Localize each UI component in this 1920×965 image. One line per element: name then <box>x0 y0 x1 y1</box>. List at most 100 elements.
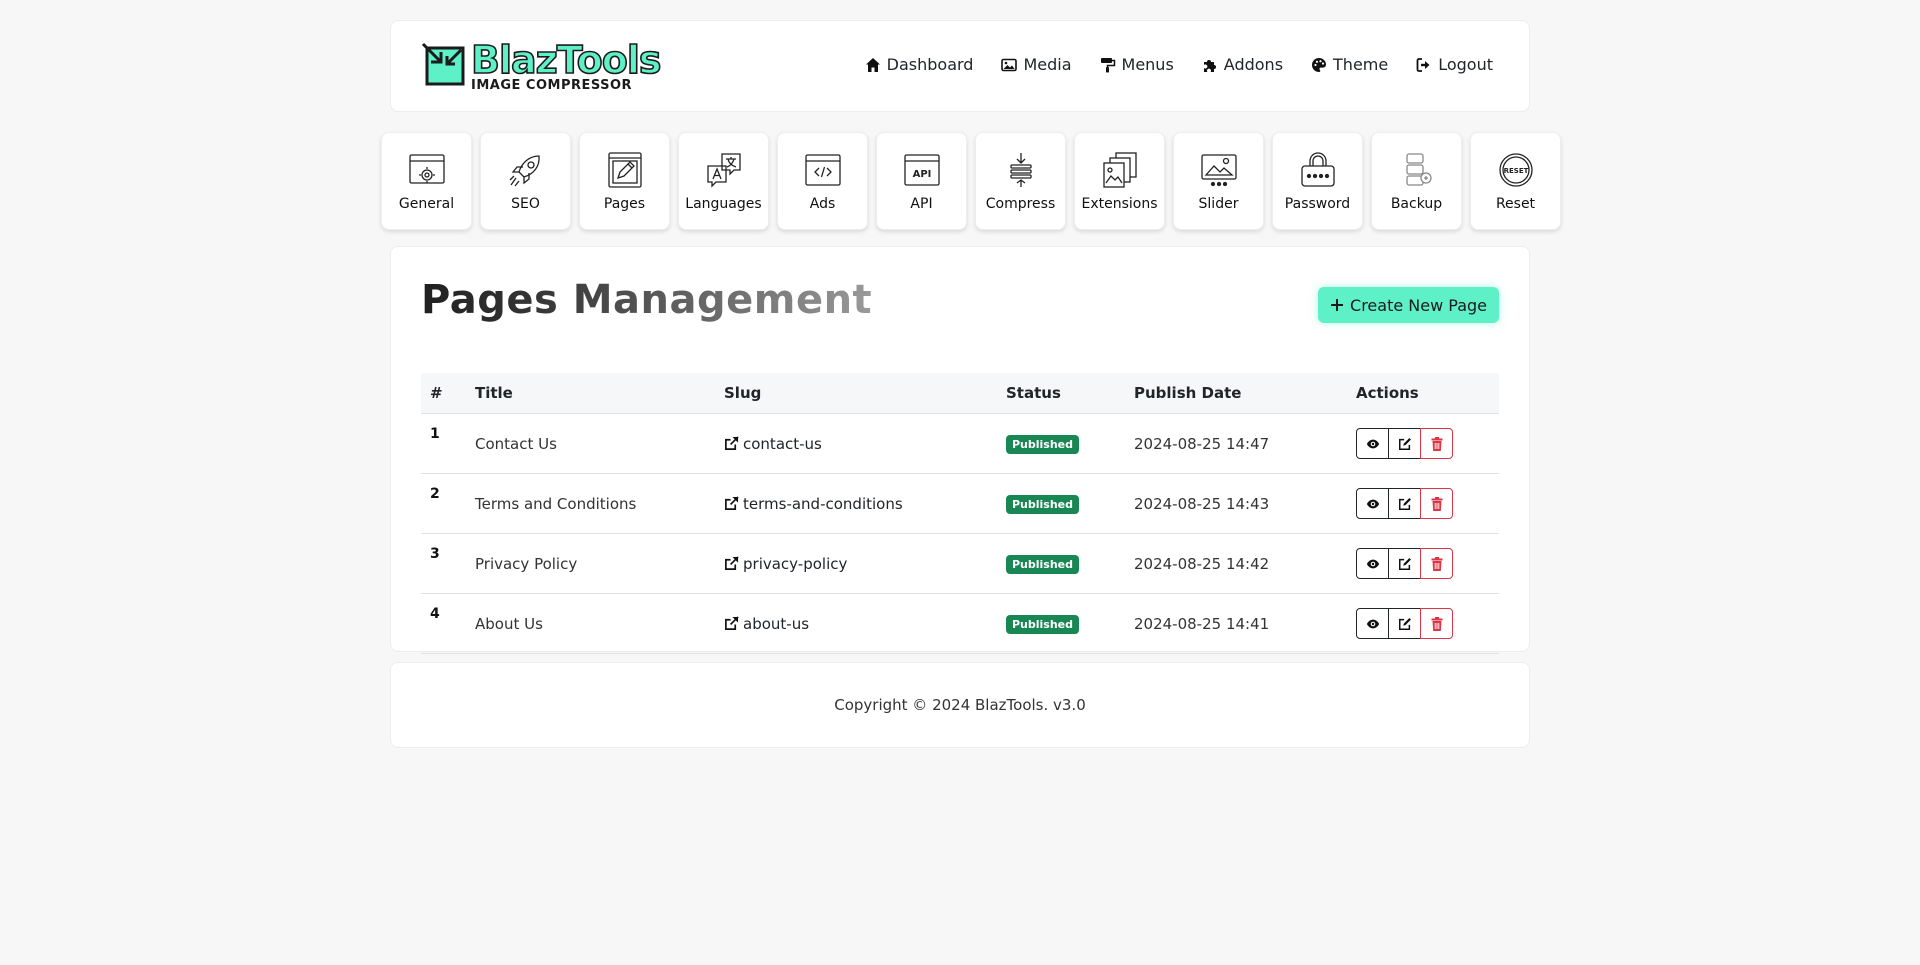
row-actions <box>1347 473 1499 534</box>
tile-seo[interactable]: SEO <box>480 132 571 230</box>
nav-addons[interactable]: Addons <box>1202 55 1283 74</box>
status-badge: Published <box>1006 614 1080 634</box>
edit-button[interactable] <box>1388 548 1421 579</box>
brand-name: BlazTools <box>470 37 662 83</box>
database-backup-icon <box>1405 153 1432 186</box>
pages-management-panel: Pages Management Create New Page # Title… <box>390 246 1530 654</box>
row-publish-date: 2024-08-25 14:41 <box>1125 593 1347 654</box>
puzzle-icon <box>1203 59 1216 72</box>
nav-label: Addons <box>1223 55 1284 74</box>
delete-button[interactable] <box>1420 608 1453 639</box>
delete-button[interactable] <box>1420 428 1453 459</box>
browser-gear-icon <box>408 154 445 184</box>
row-number: 4 <box>421 593 466 654</box>
col-publish-date: Publish Date <box>1125 373 1347 414</box>
page-title: Pages Management <box>421 277 873 323</box>
create-new-page-button[interactable]: Create New Page <box>1318 287 1499 323</box>
nav-label: Theme <box>1333 55 1389 74</box>
file-images-icon <box>1102 152 1137 188</box>
row-status-cell: Published <box>997 413 1125 474</box>
code-window-icon <box>804 154 841 186</box>
tile-label: API <box>910 196 933 212</box>
eye-icon <box>1366 439 1379 448</box>
brand-logo[interactable]: BlazTools IMAGE COMPRESSOR <box>421 37 662 94</box>
edit-icon <box>1398 497 1411 510</box>
tile-label: Ads <box>809 196 836 212</box>
nav-theme[interactable]: Theme <box>1311 55 1388 74</box>
tile-password[interactable]: Password <box>1272 132 1363 230</box>
tile-pages[interactable]: Pages <box>579 132 670 230</box>
edit-icon <box>1398 437 1411 450</box>
tile-label: Slider <box>1198 196 1239 212</box>
nav-dashboard[interactable]: Dashboard <box>865 55 973 74</box>
tile-ads[interactable]: Ads <box>777 132 868 230</box>
slug-link[interactable]: about-us <box>724 615 988 633</box>
compress-icon <box>1009 153 1032 187</box>
edit-icon <box>1398 557 1411 570</box>
top-header: BlazTools IMAGE COMPRESSOR Dashboard Med… <box>390 20 1530 112</box>
edit-button[interactable] <box>1388 488 1421 519</box>
image-icon <box>1001 58 1018 71</box>
copyright-text: Copyright © 2024 BlazTools. v3.0 <box>834 696 1086 714</box>
trash-icon <box>1431 616 1442 631</box>
view-button[interactable] <box>1356 608 1389 639</box>
col-slug: Slug <box>715 373 997 414</box>
edit-icon <box>1398 617 1411 630</box>
eye-icon <box>1366 559 1379 568</box>
home-icon <box>865 57 880 72</box>
tile-backup[interactable]: Backup <box>1371 132 1462 230</box>
eye-icon <box>1366 499 1379 508</box>
tile-label: Pages <box>603 196 646 212</box>
edit-button[interactable] <box>1388 608 1421 639</box>
row-status-cell: Published <box>997 473 1125 534</box>
slug-link[interactable]: terms-and-conditions <box>724 495 988 513</box>
view-button[interactable] <box>1356 488 1389 519</box>
row-publish-date: 2024-08-25 14:43 <box>1125 473 1347 534</box>
nav-label: Menus <box>1121 55 1174 74</box>
col-num: # <box>421 373 466 414</box>
svg-text:RESET: RESET <box>1503 167 1528 175</box>
nav-label: Media <box>1023 55 1072 74</box>
tile-languages[interactable]: Languages <box>678 132 769 230</box>
page-edit-icon <box>607 152 642 188</box>
tile-compress[interactable]: Compress <box>975 132 1066 230</box>
trash-icon <box>1431 436 1442 451</box>
tile-label: Compress <box>985 196 1056 212</box>
site-footer: Copyright © 2024 BlazTools. v3.0 <box>390 662 1530 748</box>
nav-media[interactable]: Media <box>1001 55 1072 74</box>
delete-button[interactable] <box>1420 548 1453 579</box>
external-link-icon <box>725 556 739 570</box>
tile-api[interactable]: API API <box>876 132 967 230</box>
reset-icon: RESET <box>1498 153 1533 187</box>
lock-password-icon <box>1300 152 1335 187</box>
translate-icon <box>706 153 741 188</box>
view-button[interactable] <box>1356 548 1389 579</box>
row-slug-cell: privacy-policy <box>715 533 997 594</box>
row-title: About Us <box>466 593 715 654</box>
table-row: 3 Privacy Policy privacy-policy Publishe… <box>421 533 1499 594</box>
palette-icon <box>1312 57 1327 72</box>
edit-button[interactable] <box>1388 428 1421 459</box>
logout-icon <box>1416 57 1430 72</box>
view-button[interactable] <box>1356 428 1389 459</box>
tile-general[interactable]: General <box>381 132 472 230</box>
nav-menus[interactable]: Menus <box>1100 55 1174 74</box>
tile-label: General <box>398 196 455 212</box>
delete-button[interactable] <box>1420 488 1453 519</box>
row-actions <box>1347 413 1499 474</box>
tile-label: SEO <box>511 196 540 212</box>
slug-text: privacy-policy <box>743 554 848 573</box>
slug-link[interactable]: privacy-policy <box>724 555 988 573</box>
row-title: Contact Us <box>466 413 715 474</box>
row-number: 1 <box>421 413 466 474</box>
row-slug-cell: terms-and-conditions <box>715 473 997 534</box>
tile-reset[interactable]: RESET Reset <box>1470 132 1561 230</box>
tile-extensions[interactable]: Extensions <box>1074 132 1165 230</box>
tile-slider[interactable]: Slider <box>1173 132 1264 230</box>
table-header-row: # Title Slug Status Publish Date Actions <box>421 373 1499 414</box>
slug-link[interactable]: contact-us <box>724 435 988 453</box>
eye-icon <box>1366 619 1379 628</box>
tile-label: Password <box>1284 196 1351 212</box>
nav-logout[interactable]: Logout <box>1416 55 1493 74</box>
slider-image-icon <box>1200 154 1237 187</box>
